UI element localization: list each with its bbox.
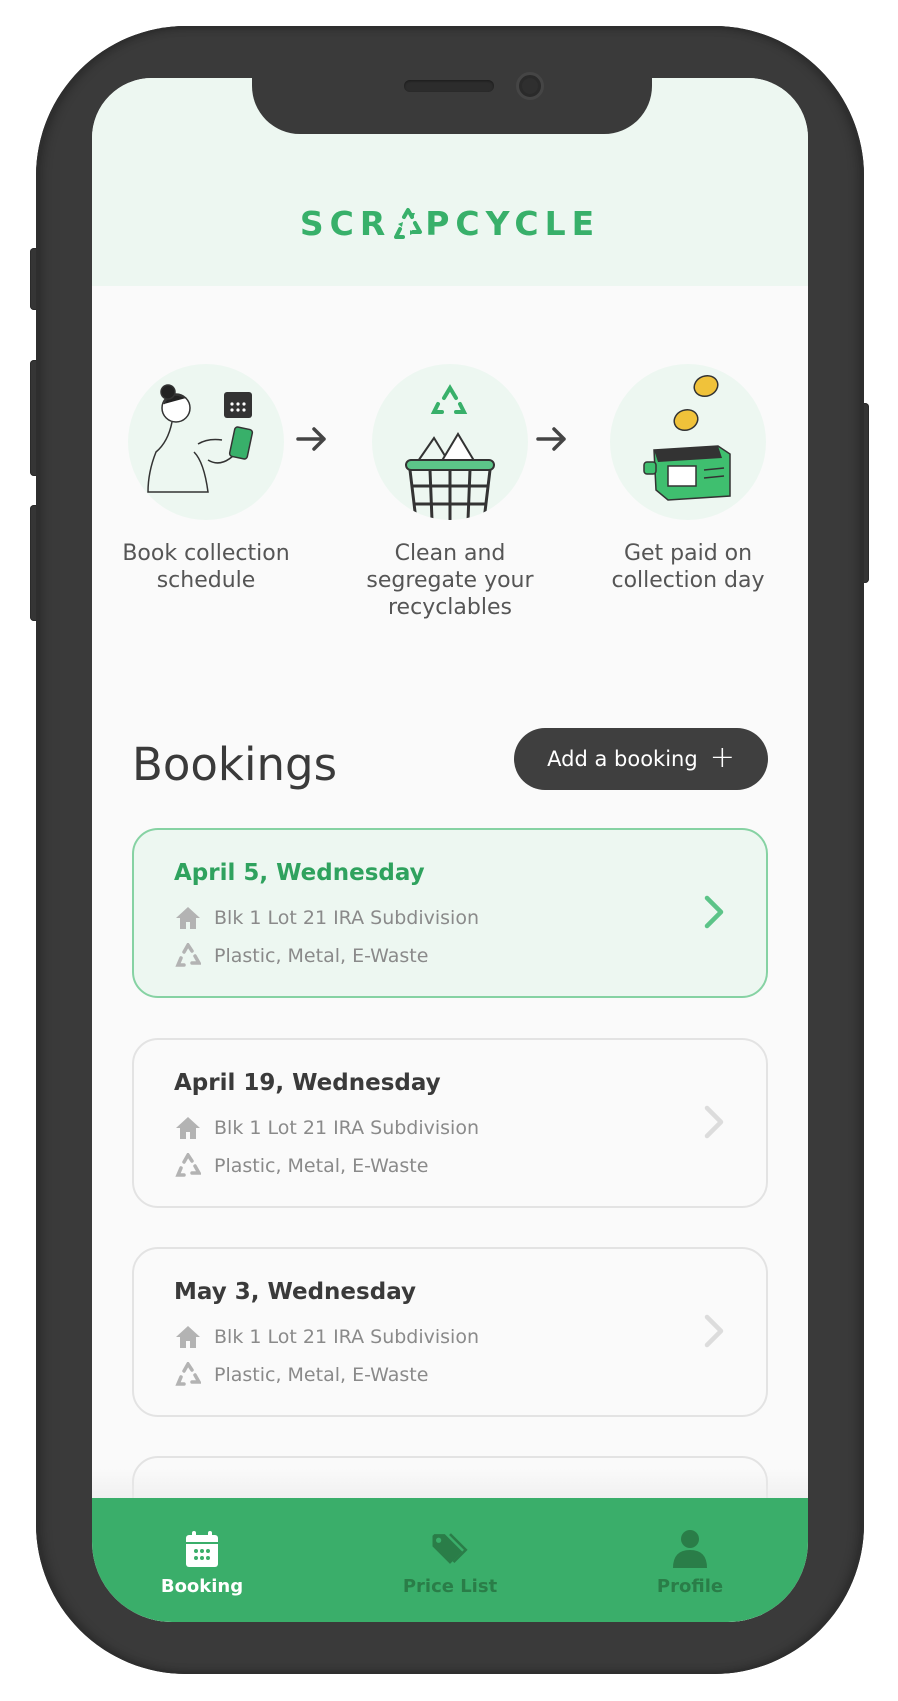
add-booking-button[interactable]: Add a booking + [514, 728, 768, 790]
home-icon [174, 1323, 202, 1351]
how-it-works-steps: Book collection schedule Clean and segre… [92, 364, 808, 644]
scrapcycle-logo: SCR PCYCLE [92, 204, 808, 243]
tab-label: Price List [402, 1576, 498, 1597]
booking-materials: Plastic, Metal, E-Waste [214, 945, 429, 967]
booking-date: April 19, Wednesday [174, 1070, 441, 1096]
price-tag-icon [432, 1533, 468, 1564]
recycle-basket-illustration [372, 364, 528, 520]
step-clean-segregate: Clean and segregate your recyclables [340, 364, 560, 621]
home-icon [174, 904, 202, 932]
add-booking-label: Add a booking [547, 747, 698, 771]
arrow-right-icon [296, 427, 326, 451]
tab-price-list[interactable]: Price List [360, 1498, 540, 1622]
logo-text-left: SCR [299, 204, 392, 243]
calendar-icon [186, 1531, 218, 1567]
home-icon [174, 1114, 202, 1142]
plus-icon: + [709, 739, 735, 775]
booking-date: May 3, Wednesday [174, 1279, 416, 1305]
chevron-right-icon [704, 1314, 724, 1348]
step-get-paid: Get paid on collection day [578, 364, 798, 594]
logo-text-right: PCYCLE [425, 204, 601, 243]
tab-booking[interactable]: Booking [112, 1498, 292, 1622]
booking-address: Blk 1 Lot 21 IRA Subdivision [214, 1326, 480, 1348]
step-label: Get paid on collection day [611, 541, 765, 593]
chevron-right-icon [704, 1105, 724, 1139]
booking-materials: Plastic, Metal, E-Waste [214, 1155, 429, 1177]
step-book-collection: Book collection schedule [96, 364, 316, 594]
tab-label: Booking [160, 1576, 244, 1597]
bottom-tab-bar: Booking Price List Profile [92, 1498, 808, 1622]
booking-card[interactable]: April 5, Wednesday Blk 1 Lot 21 IRA Subd… [132, 828, 768, 998]
booking-materials: Plastic, Metal, E-Waste [214, 1364, 429, 1386]
recycle-logo-icon [394, 207, 423, 239]
user-icon [673, 1530, 707, 1568]
recycle-icon [174, 1152, 202, 1180]
app-screen: SCR PCYCLE Book collection schedule Clea… [92, 78, 808, 1622]
woman-booking-illustration [128, 364, 284, 520]
step-label: Book collection schedule [122, 541, 290, 593]
recycle-icon [174, 942, 202, 970]
booking-date: April 5, Wednesday [174, 860, 425, 886]
tab-profile[interactable]: Profile [600, 1498, 780, 1622]
wallet-coins-illustration [610, 364, 766, 520]
booking-address: Blk 1 Lot 21 IRA Subdivision [214, 907, 480, 929]
step-label: Clean and segregate your recyclables [366, 541, 534, 620]
tab-label: Profile [656, 1576, 724, 1597]
booking-card[interactable]: April 19, Wednesday Blk 1 Lot 21 IRA Sub… [132, 1038, 768, 1208]
speaker-grille [404, 80, 494, 92]
arrow-right-icon [536, 427, 566, 451]
front-camera [516, 72, 544, 100]
bookings-heading: Bookings [132, 738, 338, 791]
booking-card[interactable]: May 3, Wednesday Blk 1 Lot 21 IRA Subdiv… [132, 1247, 768, 1417]
phone-notch [252, 72, 652, 134]
recycle-icon [174, 1361, 202, 1389]
chevron-right-icon [704, 895, 724, 929]
booking-address: Blk 1 Lot 21 IRA Subdivision [214, 1117, 480, 1139]
